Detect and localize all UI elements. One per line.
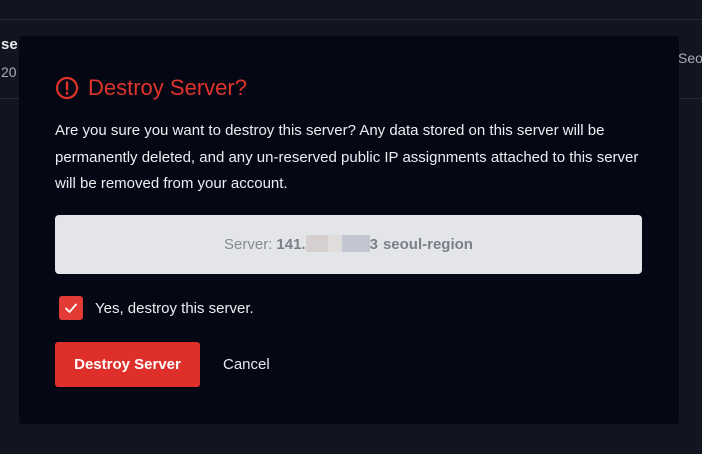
destroy-server-dialog: Destroy Server? Are you sure you want to… — [19, 36, 679, 424]
destroy-server-button[interactable]: Destroy Server — [55, 342, 200, 387]
server-region: seoul-region — [382, 236, 473, 253]
server-row-date: 20 — [1, 64, 17, 80]
confirm-checkbox-label: Yes, destroy this server. — [95, 299, 254, 317]
server-ip-end: 3 — [369, 236, 378, 253]
dialog-title: Destroy Server? — [88, 75, 247, 100]
alert-circle-icon — [55, 76, 79, 100]
table-divider — [0, 19, 702, 20]
server-row-region: Seo — [678, 50, 702, 66]
confirm-checkbox[interactable] — [59, 296, 83, 320]
server-row-name: se — [1, 36, 18, 53]
redacted-block — [341, 235, 370, 252]
dialog-header: Destroy Server? — [55, 76, 247, 100]
server-identifier-box: Server: 141. 3 seoul-region — [55, 215, 642, 274]
cancel-button[interactable]: Cancel — [215, 342, 278, 387]
redacted-block — [305, 235, 328, 252]
redacted-block — [327, 235, 342, 252]
server-label: Server: — [224, 236, 273, 253]
checkmark-icon — [65, 303, 77, 313]
server-ip-start: 141. — [276, 236, 306, 253]
dialog-message: Are you sure you want to destroy this se… — [55, 122, 639, 192]
confirm-destroy-option[interactable]: Yes, destroy this server. — [59, 296, 254, 320]
